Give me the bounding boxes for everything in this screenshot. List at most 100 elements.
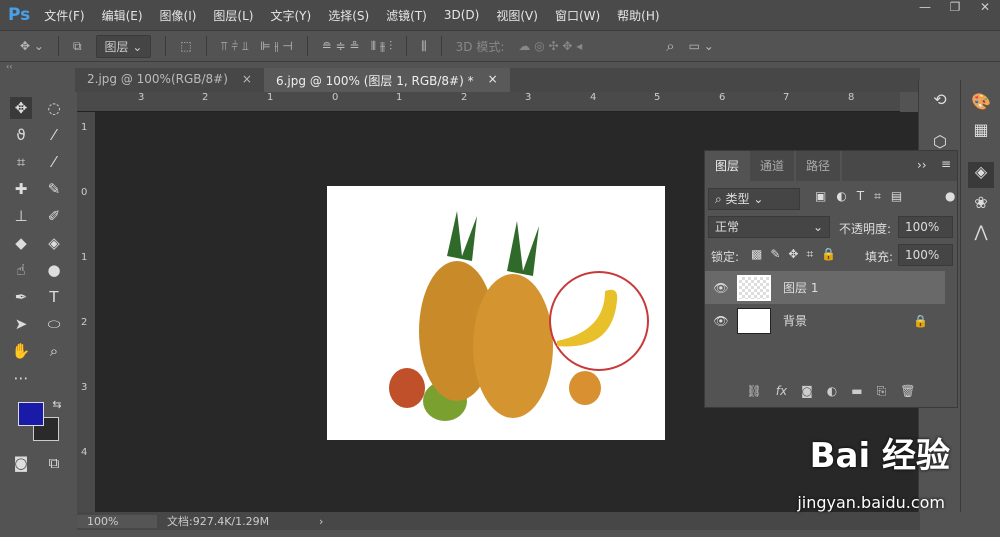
filter-type-dropdown[interactable]: ⌕ 类型 ⌄ (708, 188, 800, 210)
layers-panel-icon[interactable]: ◈ (968, 162, 994, 188)
color-palette-icon[interactable]: 🎨 (970, 92, 992, 114)
adjustment-layer-icon[interactable]: ◐ (827, 384, 837, 398)
quick-mask-icon[interactable]: ◙ (10, 452, 32, 474)
filter-icons[interactable]: ▣◐T⌗▤ (815, 189, 912, 204)
menu-type[interactable]: 文字(Y) (270, 7, 311, 24)
new-group-icon[interactable]: ▬ (851, 384, 862, 398)
tab-label: 2.jpg @ 100%(RGB/8#) (87, 72, 228, 86)
paint-bucket-icon[interactable]: ◈ (43, 232, 65, 254)
menu-view[interactable]: 视图(V) (496, 7, 538, 24)
transform-controls-icon[interactable]: ⬚ (180, 39, 191, 53)
divider (440, 36, 442, 56)
marquee-tool-icon[interactable]: ◌ (43, 97, 65, 119)
ruler-label: 3 (138, 92, 145, 103)
layer-row-layer1[interactable]: 👁 图层 1 (705, 271, 945, 304)
menu-select[interactable]: 选择(S) (328, 7, 369, 24)
channels-icon[interactable]: ❀ (970, 193, 992, 215)
history-brush-icon[interactable]: ✐ (43, 205, 65, 227)
swatches-grid-icon[interactable]: ▦ (970, 120, 992, 142)
minimize-button[interactable]: — (910, 0, 940, 18)
auto-select-dropdown[interactable]: 图层 ⌄ (95, 34, 152, 58)
menu-help[interactable]: 帮助(H) (617, 7, 659, 24)
menu-filter[interactable]: 滤镜(T) (386, 7, 427, 24)
history-icon[interactable]: ⟲ (929, 90, 951, 112)
tools-panel: ✥ ◌ ϑ ⁄ ⌗ ⁄ ✚ ✎ ⊥ ✐ ◆ ◈ ☝ ● ✒ T ➤ ⬭ ✋ ⌕ … (0, 92, 75, 512)
panel-menu-icon[interactable]: ≡ (941, 157, 951, 171)
move-tool-icon[interactable]: ✥ ⌄ (20, 39, 44, 53)
workspace-icon[interactable]: ▭ ⌄ (689, 39, 714, 53)
layer-row-background[interactable]: 👁 背景 🔒 (705, 304, 945, 337)
menu-edit[interactable]: 编辑(E) (102, 7, 143, 24)
expand-icon[interactable]: ›› (917, 158, 927, 172)
ruler-label: 3 (525, 92, 532, 103)
ruler-label: 2 (81, 317, 88, 328)
tab-paths[interactable]: 路径 (796, 151, 841, 181)
lock-icons[interactable]: ▩✎✥⌗🔒 (751, 247, 844, 262)
zoom-level[interactable]: 100% (77, 514, 157, 528)
status-menu-arrow[interactable]: › (319, 515, 323, 528)
tab-6jpg[interactable]: 6.jpg @ 100% (图层 1, RGB/8#) * × (263, 68, 510, 92)
link-layers-icon[interactable]: ⛓ (747, 384, 762, 398)
menu-file[interactable]: 文件(F) (44, 7, 84, 24)
distribute-icons[interactable]: ≘ ≑ ≗ ⫴ ⫵ ⫶ (322, 39, 392, 54)
brush-tool-icon[interactable]: ✎ (43, 178, 65, 200)
lasso-tool-icon[interactable]: ϑ (10, 124, 32, 146)
hand-tool-icon[interactable]: ✋ (10, 340, 32, 362)
menu-window[interactable]: 窗口(W) (555, 7, 600, 24)
zoom-tool-icon[interactable]: ⌕ (43, 340, 65, 362)
dodge-tool-icon[interactable]: ● (43, 259, 65, 281)
magic-wand-icon[interactable]: ⁄ (43, 124, 65, 146)
new-layer-icon[interactable]: ⎘ (877, 384, 887, 399)
visibility-eye-icon[interactable]: 👁 (705, 314, 737, 328)
more-tools-icon[interactable]: ⋯ (10, 367, 32, 389)
blend-mode-dropdown[interactable]: 正常 ⌄ (708, 216, 830, 238)
menu-layer[interactable]: 图层(L) (213, 7, 253, 24)
close-tab-icon[interactable]: × (242, 72, 252, 88)
delete-layer-icon[interactable]: 🗑 (900, 384, 915, 398)
align-icons[interactable]: ⫪ ⫩ ⫫ ⊫ ⫲ ⊣ (221, 39, 293, 54)
pen-tool-icon[interactable]: ✒ (10, 286, 32, 308)
layer-name[interactable]: 背景 (783, 312, 913, 329)
layer-thumbnail (737, 307, 771, 334)
auto-align-icon[interactable]: ⫼ (421, 39, 427, 54)
stamp-tool-icon[interactable]: ⊥ (10, 205, 32, 227)
visibility-eye-icon[interactable]: 👁 (705, 281, 737, 295)
healing-brush-icon[interactable]: ✚ (10, 178, 32, 200)
restore-button[interactable]: ❐ (940, 0, 970, 18)
3d-tools-icons[interactable]: ☁ ◎ ✣ ✥ ◂ (518, 39, 582, 53)
eraser-tool-icon[interactable]: ◆ (10, 232, 32, 254)
document-image[interactable] (327, 186, 665, 440)
paths-icon[interactable]: ⋀ (970, 222, 992, 244)
opacity-input[interactable]: 100% (898, 216, 953, 238)
ellipse-tool-icon[interactable]: ⬭ (43, 313, 65, 335)
close-button[interactable]: ✕ (970, 0, 1000, 18)
menu-3d[interactable]: 3D(D) (444, 8, 479, 22)
divider (165, 36, 167, 56)
path-select-icon[interactable]: ➤ (10, 313, 32, 335)
foreground-color-swatch[interactable] (18, 402, 44, 426)
screen-mode-icon[interactable]: ⧉ (43, 452, 65, 474)
type-tool-icon[interactable]: T (43, 286, 65, 308)
window-controls: — ❐ ✕ (910, 0, 1000, 18)
crop-tool-icon[interactable]: ⌗ (10, 151, 32, 173)
tab-label: 6.jpg @ 100% (图层 1, RGB/8#) * (275, 74, 474, 88)
tab-channels[interactable]: 通道 (750, 151, 795, 181)
horizontal-ruler: 3 2 1 0 1 2 3 4 5 6 7 8 (77, 92, 900, 112)
layer-name[interactable]: 图层 1 (783, 279, 818, 296)
move-tool-icon[interactable]: ✥ (10, 97, 32, 119)
swap-colors-icon[interactable]: ⇆ (46, 394, 68, 416)
close-tab-icon[interactable]: × (488, 72, 498, 88)
opacity-label: 不透明度: (839, 222, 892, 236)
eyedropper-icon[interactable]: ⁄ (43, 151, 65, 173)
smudge-tool-icon[interactable]: ☝ (10, 259, 32, 281)
menu-image[interactable]: 图像(I) (160, 7, 197, 24)
doc-size: 文档:927.4K/1.29M (167, 515, 270, 528)
filter-type-value: 类型 (725, 192, 750, 206)
fill-input[interactable]: 100% (898, 244, 953, 266)
fx-icon[interactable]: fx (776, 384, 787, 398)
tab-2jpg[interactable]: 2.jpg @ 100%(RGB/8#) × (75, 68, 264, 92)
add-mask-icon[interactable]: ◙ (801, 384, 813, 398)
filter-toggle[interactable]: ● (945, 189, 955, 203)
tab-layers[interactable]: 图层 (705, 151, 750, 181)
search-icon[interactable]: ⌕ (666, 37, 674, 55)
